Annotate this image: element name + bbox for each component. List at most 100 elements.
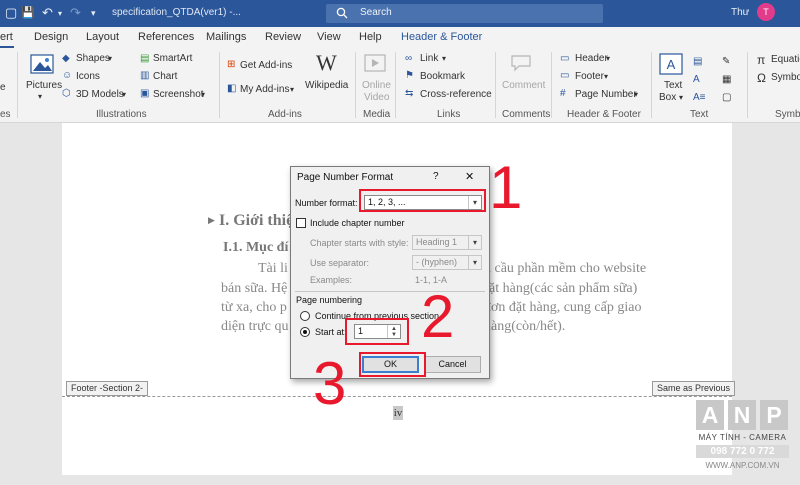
annotation-step-1: 1 bbox=[489, 154, 523, 221]
tab-help[interactable]: Help bbox=[359, 31, 382, 43]
annotation-box-start-at bbox=[345, 318, 409, 345]
include-chapter-checkbox[interactable] bbox=[296, 218, 306, 228]
paragraph-line: đặt hàng(các sản phẩm sữa) bbox=[482, 281, 638, 296]
online-video-button-line1[interactable]: Online bbox=[362, 80, 391, 91]
cancel-button[interactable]: Cancel bbox=[424, 356, 481, 373]
avatar[interactable]: T bbox=[757, 3, 775, 21]
partial-left-button-label[interactable]: e bbox=[0, 82, 6, 93]
autosave-icon[interactable]: ▢ bbox=[5, 5, 17, 21]
ribbon-separator bbox=[651, 52, 652, 118]
page-number-button[interactable]: Page Number bbox=[575, 89, 637, 100]
ribbon-separator bbox=[747, 52, 748, 118]
paragraph-line: u cầu phần mềm cho website bbox=[484, 261, 647, 276]
ribbon-tabs: ert Design Layout References Mailings Re… bbox=[0, 27, 800, 48]
ribbon-separator bbox=[551, 52, 552, 118]
ribbon-separator bbox=[395, 52, 396, 118]
anp-watermark-logo: A N P MÁY TÍNH - CAMERA 098 772 0 772 WW… bbox=[696, 400, 789, 480]
wikipedia-button[interactable]: Wikipedia bbox=[305, 80, 348, 91]
collapse-heading-icon[interactable]: ▶ bbox=[208, 215, 215, 226]
chevron-down-icon: ▾ bbox=[679, 93, 684, 102]
shapes-button[interactable]: Shapes bbox=[76, 53, 110, 64]
examples-label: Examples: bbox=[310, 275, 353, 285]
get-addins-button[interactable]: Get Add-ins bbox=[240, 60, 292, 71]
start-at-radio[interactable] bbox=[300, 327, 310, 337]
tab-review[interactable]: Review bbox=[265, 31, 301, 43]
screenshot-icon: ▣ bbox=[140, 88, 150, 99]
tab-view[interactable]: View bbox=[317, 31, 341, 43]
cross-reference-button[interactable]: Cross-reference bbox=[420, 89, 492, 100]
smartart-button[interactable]: SmartArt bbox=[153, 53, 192, 64]
chapter-style-value: Heading 1 bbox=[416, 237, 458, 247]
bookmark-button[interactable]: Bookmark bbox=[420, 71, 465, 82]
undo-dropdown-icon[interactable]: ▾ bbox=[58, 9, 62, 18]
group-symbols: Symbo bbox=[775, 109, 800, 120]
chevron-down-icon: ▾ bbox=[201, 90, 206, 99]
help-button[interactable]: ? bbox=[433, 171, 439, 182]
text-box-button-line1[interactable]: Text bbox=[664, 80, 682, 91]
text-box-button-line2[interactable]: Box bbox=[659, 92, 676, 103]
bookmark-icon: ⚑ bbox=[405, 70, 414, 81]
store-icon: ⊞ bbox=[227, 59, 236, 70]
undo-icon[interactable]: ↶ bbox=[42, 5, 53, 21]
3d-models-button[interactable]: 3D Models bbox=[76, 89, 124, 100]
group-media: Media bbox=[363, 109, 391, 120]
tab-references[interactable]: References bbox=[138, 31, 194, 43]
my-addins-button[interactable]: My Add-ins bbox=[240, 84, 289, 95]
save-icon[interactable]: 💾 bbox=[21, 6, 35, 19]
symbol-icon: Ω bbox=[757, 71, 766, 85]
search-box[interactable]: Search bbox=[326, 4, 603, 23]
logo-letter: P bbox=[760, 400, 788, 430]
equation-icon: π bbox=[757, 53, 766, 67]
separator-value: - (hyphen) bbox=[416, 257, 458, 267]
group-header-footer: Header & Footer bbox=[567, 109, 641, 120]
chapter-style-select[interactable]: Heading 1 ▾ bbox=[412, 235, 482, 250]
symbol-button[interactable]: Symbo bbox=[771, 72, 800, 83]
comment-button[interactable]: Comment bbox=[502, 80, 545, 91]
close-button[interactable]: ✕ bbox=[465, 170, 474, 183]
chapter-starts-label: Chapter starts with style: bbox=[310, 238, 409, 248]
link-button[interactable]: Link bbox=[420, 53, 438, 64]
object-icon[interactable]: ▢ bbox=[722, 92, 731, 103]
smartart-icon: ▤ bbox=[140, 53, 150, 64]
tab-insert[interactable]: ert bbox=[0, 31, 13, 43]
icons-button[interactable]: Icons bbox=[76, 71, 100, 82]
screenshot-button[interactable]: Screenshot bbox=[153, 89, 204, 100]
separator-select[interactable]: - (hyphen) ▾ bbox=[412, 255, 482, 270]
chart-button[interactable]: Chart bbox=[153, 71, 177, 82]
logo-letter: A bbox=[696, 400, 724, 430]
annotation-box-number-format bbox=[359, 189, 486, 212]
logo-letter: N bbox=[728, 400, 756, 430]
footer-button[interactable]: Footer bbox=[575, 71, 604, 82]
shapes-icon: ◆ bbox=[62, 53, 70, 64]
tab-mailings[interactable]: Mailings bbox=[206, 31, 246, 43]
group-comments: Comments bbox=[502, 109, 551, 120]
search-label: Search bbox=[360, 7, 392, 18]
ribbon-separator bbox=[17, 52, 18, 118]
logo-phone: 098 772 0 772 bbox=[696, 445, 789, 458]
redo-icon[interactable]: ↷ bbox=[70, 5, 81, 21]
chevron-down-icon: ▾ bbox=[290, 85, 295, 94]
footer-boundary bbox=[62, 396, 732, 397]
header-button[interactable]: Header bbox=[575, 53, 608, 64]
tab-layout[interactable]: Layout bbox=[86, 31, 119, 43]
equation-button[interactable]: Equatio bbox=[771, 54, 800, 65]
tab-header-footer[interactable]: Header & Footer bbox=[401, 31, 482, 43]
icons-icon: ☺ bbox=[62, 70, 73, 81]
tab-design[interactable]: Design bbox=[34, 31, 68, 43]
page-number-icon: # bbox=[560, 88, 566, 99]
annotation-box-ok bbox=[359, 352, 426, 377]
drop-cap-icon[interactable]: A≡ bbox=[693, 92, 706, 103]
signature-line-icon[interactable]: ✎ bbox=[722, 56, 730, 67]
date-time-icon[interactable]: ▦ bbox=[722, 74, 731, 85]
annotation-step-3: 3 bbox=[313, 350, 347, 417]
footer-page-number[interactable]: iv bbox=[393, 406, 403, 420]
footer-icon: ▭ bbox=[560, 70, 570, 81]
radio-selected-dot bbox=[303, 330, 307, 334]
wordart-icon[interactable]: A bbox=[693, 74, 700, 85]
pictures-button[interactable]: Pictures bbox=[26, 80, 62, 91]
quick-parts-icon[interactable]: ▤ bbox=[693, 56, 702, 67]
svg-text:A: A bbox=[667, 57, 676, 72]
customize-toolbar-icon[interactable]: ▾ bbox=[91, 8, 96, 19]
online-video-button-line2[interactable]: Video bbox=[364, 92, 389, 103]
continue-radio[interactable] bbox=[300, 311, 310, 321]
